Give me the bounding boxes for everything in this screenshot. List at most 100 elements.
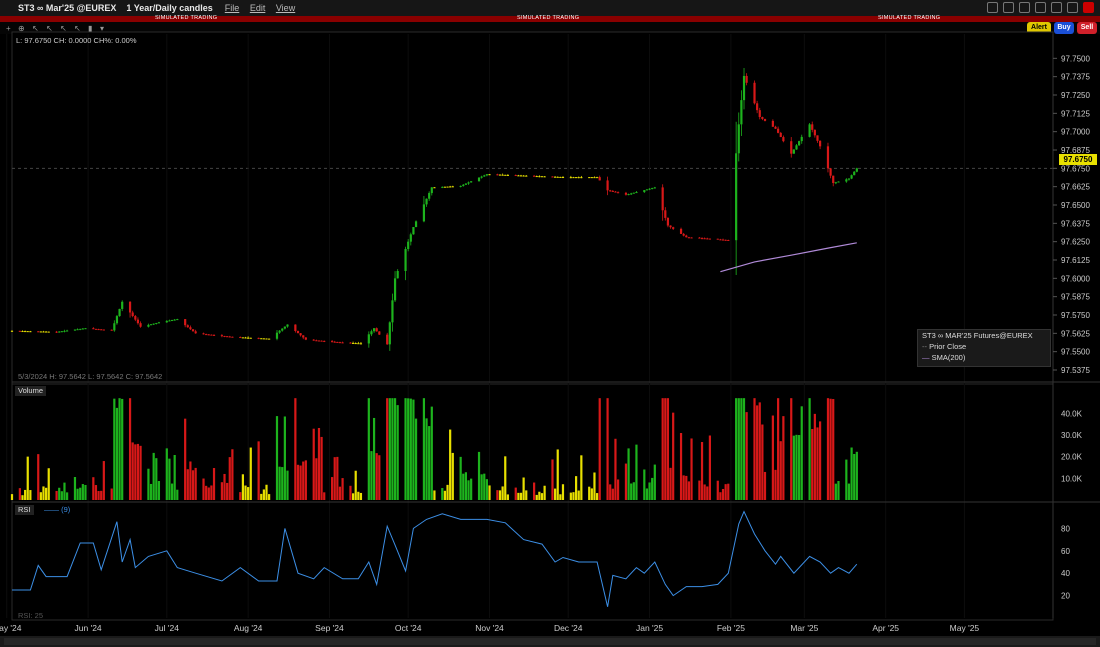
volume-bar (779, 441, 782, 500)
volume-bar (409, 398, 412, 500)
volume-bar (669, 467, 672, 500)
volume-bar (165, 448, 168, 500)
volume-bar (18, 488, 21, 500)
price-candle (648, 188, 651, 190)
price-candle (359, 343, 363, 345)
price-candle (367, 334, 370, 344)
price-candle (685, 235, 688, 238)
price-candle (740, 100, 743, 125)
price-tick-label: 97.5625 (1061, 329, 1090, 338)
price-candle (170, 320, 174, 322)
pane-frame-1 (11, 383, 1054, 504)
volume-bar (296, 464, 300, 500)
volume-bar (55, 490, 58, 500)
cursor-readout: 5/3/2024 H: 97.5642 L: 97.5642 C: 97.564… (18, 372, 163, 381)
price-candle (477, 177, 481, 182)
volume-bar (186, 469, 189, 500)
volume-bar (761, 424, 764, 500)
volume-bar (698, 480, 701, 500)
volume-bar (176, 489, 179, 500)
price-candle (351, 342, 355, 344)
price-candle (333, 341, 336, 343)
price-candle (428, 193, 431, 199)
price-candle (643, 190, 646, 193)
volume-bar (735, 398, 738, 500)
price-tick-label: 97.6625 (1061, 183, 1090, 192)
volume-bar (745, 412, 748, 500)
x-tick-label: Mar '25 (790, 623, 818, 633)
volume-bar (268, 494, 271, 500)
price-candle (220, 335, 223, 337)
volume-bar (446, 484, 449, 500)
price-candle (761, 117, 764, 119)
volume-bar (819, 421, 822, 500)
legend-sma[interactable]: — SMA(200) (918, 352, 1050, 363)
volume-bar (593, 472, 596, 500)
price-candle (393, 278, 397, 301)
pane-frame-2 (11, 501, 1054, 621)
price-candle (819, 140, 822, 147)
price-tick-label: 97.7125 (1061, 109, 1090, 118)
volume-bar (708, 435, 712, 500)
volume-bar (443, 490, 447, 500)
volume-bar (498, 490, 502, 500)
x-tick-label: Jul '24 (155, 623, 180, 633)
volume-bar (97, 491, 100, 500)
volume-bar (685, 475, 688, 500)
volume-bar (265, 484, 268, 500)
volume-bar (653, 464, 656, 500)
volume-bar (184, 418, 187, 500)
volume-bar (611, 488, 614, 500)
price-candle (577, 177, 580, 179)
volume-bar (115, 407, 119, 500)
volume-bar (572, 492, 575, 500)
volume-bar (808, 398, 811, 500)
volume-bar (226, 482, 229, 500)
volume-bar (131, 442, 134, 500)
price-candle (294, 324, 297, 332)
volume-bar (464, 472, 468, 500)
price-candle (76, 329, 79, 331)
volume-bar (554, 488, 557, 500)
price-candle (632, 192, 635, 194)
price-candle (635, 192, 638, 194)
volume-bar (357, 491, 360, 500)
price-candle (496, 174, 499, 176)
price-candle (551, 176, 554, 178)
volume-bar (795, 434, 798, 500)
price-tick-label: 97.7500 (1061, 54, 1090, 63)
price-candle (173, 319, 176, 321)
chart-canvas[interactable]: 97.750097.737597.725097.712597.700097.68… (0, 0, 1100, 647)
price-candle (149, 324, 153, 326)
volume-bar (333, 457, 336, 500)
price-candle (39, 331, 42, 333)
volume-bar (850, 447, 853, 500)
volume-bar (790, 398, 793, 500)
volume-bar (315, 458, 318, 500)
volume-bar (407, 398, 410, 500)
legend-prior-close[interactable]: -- Prior Close (918, 341, 1050, 352)
volume-bar (194, 467, 197, 500)
price-candle (464, 183, 468, 185)
volume-bar (758, 402, 761, 500)
volume-bar (76, 488, 79, 500)
volume-bar (299, 465, 302, 500)
last-price-tag: 97.6750 (1059, 154, 1097, 165)
price-candle (498, 174, 502, 176)
volume-bar (441, 488, 444, 500)
volume-bar (580, 455, 583, 500)
price-candle (10, 330, 14, 332)
price-candle (672, 227, 675, 229)
volume-bar (336, 456, 339, 500)
prior-close-label: Prior Close (929, 342, 967, 351)
x-tick-label: Aug '24 (234, 623, 263, 633)
volume-bar (220, 482, 223, 500)
price-candle (845, 179, 848, 182)
price-candle (396, 271, 399, 279)
price-tick-label: 97.6125 (1061, 256, 1090, 265)
price-candle (569, 177, 572, 179)
volume-bar (737, 398, 740, 500)
price-candle (304, 337, 307, 340)
volume-bar (102, 461, 105, 500)
volume-bar (170, 483, 174, 500)
